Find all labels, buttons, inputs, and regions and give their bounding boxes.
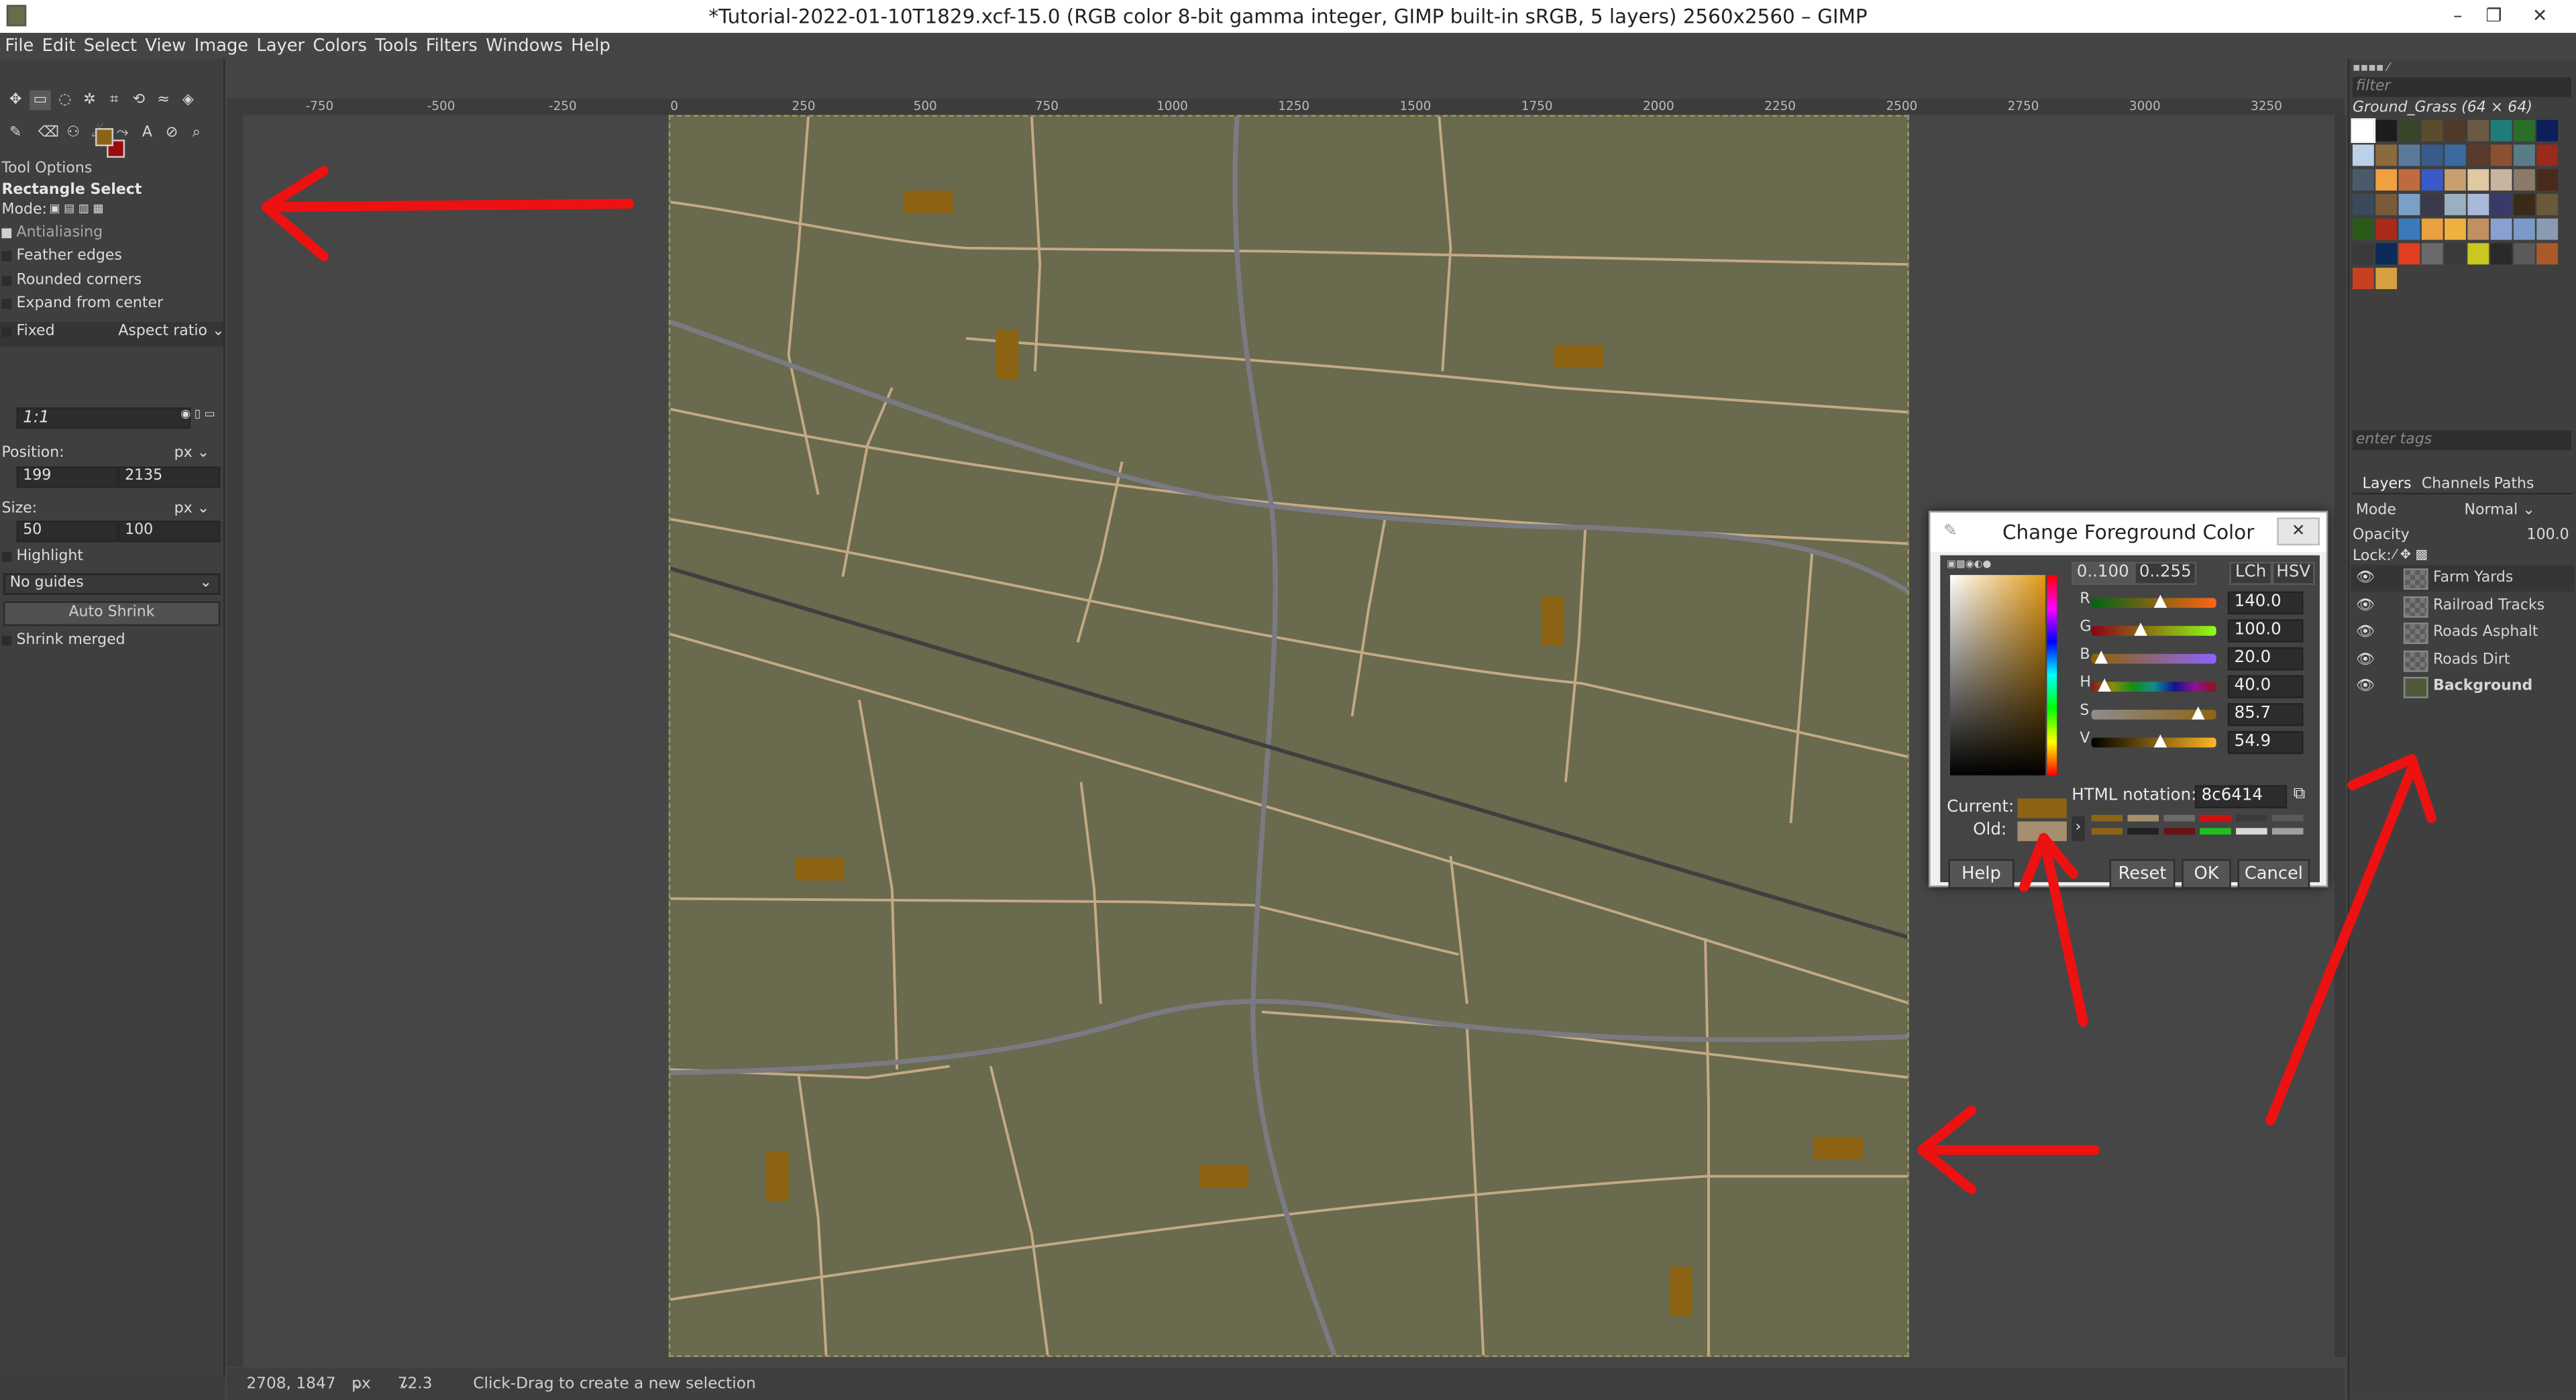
annotation-arrows bbox=[261, 166, 2436, 1195]
gimp-window: *Tutorial-2022-01-10T1829.xcf-15.0 (RGB … bbox=[0, 0, 2576, 1400]
red-arrow-up-icon bbox=[2265, 754, 2436, 1126]
red-arrow-up-icon bbox=[2019, 832, 2088, 1027]
foreground-color-swatch[interactable] bbox=[95, 128, 113, 146]
red-arrow-left-icon bbox=[261, 166, 635, 262]
red-arrow-left-icon bbox=[1917, 1106, 2100, 1195]
